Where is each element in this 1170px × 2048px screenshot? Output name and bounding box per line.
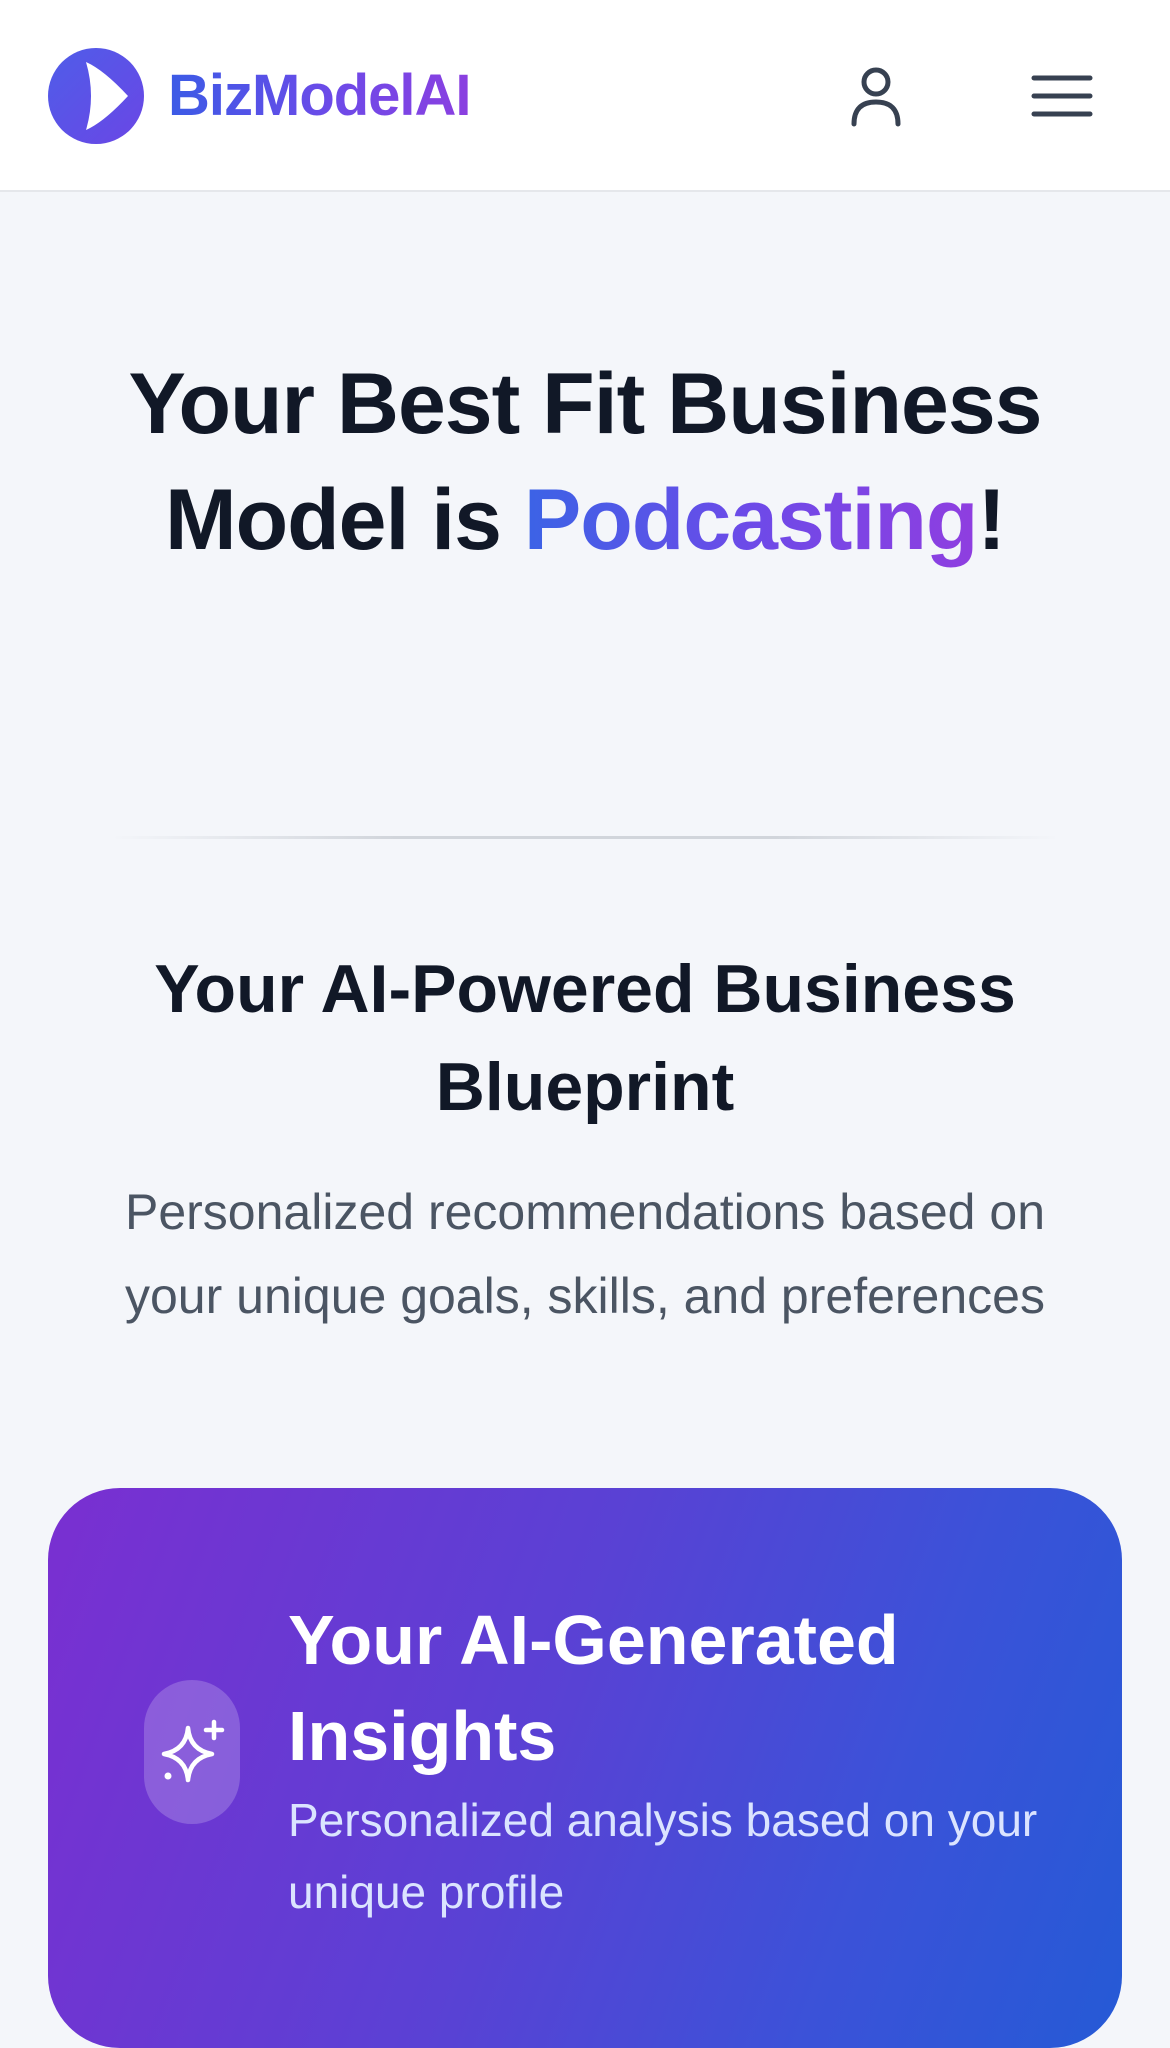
ai-insights-card: Your AI-Generated Insights Personalized … [48,1488,1122,2048]
insights-card-title: Your AI-Generated Insights [288,1601,899,1775]
hero-title-suffix: ! [977,472,1006,568]
blueprint-subtitle: Personalized recommendations based on yo… [125,1184,1045,1324]
section-divider [110,836,1060,839]
play-logo-icon[interactable] [48,48,144,144]
hamburger-menu-icon[interactable] [1030,66,1094,126]
insights-card-subtitle: Personalized analysis based on your uniq… [288,1794,1038,1918]
sparkles-icon [161,1719,225,1783]
hero-title: Your Best Fit Business Model is Podcasti… [60,346,1110,578]
top-nav-bar: BizModelAI [0,0,1170,192]
sparkles-icon-badge [144,1680,240,1824]
blueprint-title: Your AI-Powered Business Blueprint [154,951,1016,1125]
user-icon[interactable] [846,64,906,128]
brand-name[interactable]: BizModelAI [168,58,472,134]
business-model-highlight: Podcasting [523,472,979,568]
